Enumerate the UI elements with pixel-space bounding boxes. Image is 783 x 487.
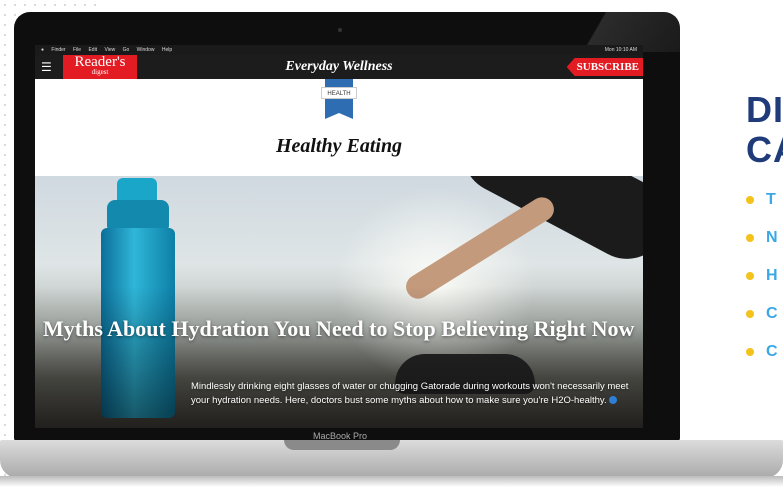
bullet-icon	[746, 309, 754, 318]
category-ribbon[interactable]: HEALTH	[321, 79, 357, 121]
ribbon-top	[325, 79, 353, 87]
article-description-text: Mindlessly drinking eight glasses of wat…	[191, 381, 629, 406]
laptop-notch	[284, 440, 400, 450]
side-list-item: C	[746, 304, 778, 342]
bullet-icon	[746, 271, 754, 280]
menubar-item[interactable]: View	[104, 47, 115, 53]
side-list: T N H C C	[746, 190, 778, 380]
menubar-item[interactable]: Go	[123, 47, 130, 53]
laptop-screen: ● Finder File Edit View Go Window Help M…	[35, 45, 643, 428]
side-list-label: C	[766, 305, 778, 322]
menubar-item[interactable]: Help	[162, 47, 172, 53]
side-list-item: C	[746, 342, 778, 380]
side-list-item: T	[746, 190, 778, 228]
site-title: Everyday Wellness	[285, 59, 393, 74]
webcam	[338, 28, 342, 32]
side-list-item: H	[746, 266, 778, 304]
side-heading: DI CA	[746, 90, 783, 170]
info-dot-icon[interactable]	[608, 396, 617, 405]
menubar-item[interactable]: File	[73, 47, 81, 53]
article-description: Mindlessly drinking eight glasses of wat…	[191, 380, 631, 408]
category-badge: HEALTH	[321, 87, 357, 99]
subscribe-button[interactable]: SUBSCRIBE	[566, 58, 643, 76]
menubar-clock: Mon 10:10 AM	[604, 47, 637, 53]
apple-icon[interactable]: ●	[41, 47, 44, 53]
bullet-icon	[746, 347, 754, 356]
side-list-label: C	[766, 343, 778, 360]
side-list-label: T	[766, 191, 776, 208]
menubar-item[interactable]: Edit	[88, 47, 97, 53]
bullet-icon	[746, 233, 754, 242]
hero-article[interactable]: Myths About Hydration You Need to Stop B…	[35, 176, 643, 428]
section-title: Healthy Eating	[275, 135, 403, 157]
menubar-item[interactable]: Window	[137, 47, 155, 53]
side-list-label: N	[766, 229, 778, 246]
bottle-neck	[107, 200, 169, 230]
side-heading-line: DI	[746, 89, 783, 130]
article-title[interactable]: Myths About Hydration You Need to Stop B…	[43, 314, 643, 344]
mac-menubar: ● Finder File Edit View Go Window Help M…	[35, 45, 643, 55]
side-heading-line: CA	[746, 129, 783, 170]
menubar-item[interactable]: Finder	[51, 47, 65, 53]
ribbon-tail	[325, 99, 353, 119]
laptop-shadow	[0, 476, 783, 487]
side-list-label: H	[766, 267, 778, 284]
bullet-icon	[746, 195, 754, 204]
site-header: ☰ Reader's digest Everyday Wellness SUBS…	[35, 55, 643, 79]
side-list-item: N	[746, 228, 778, 266]
